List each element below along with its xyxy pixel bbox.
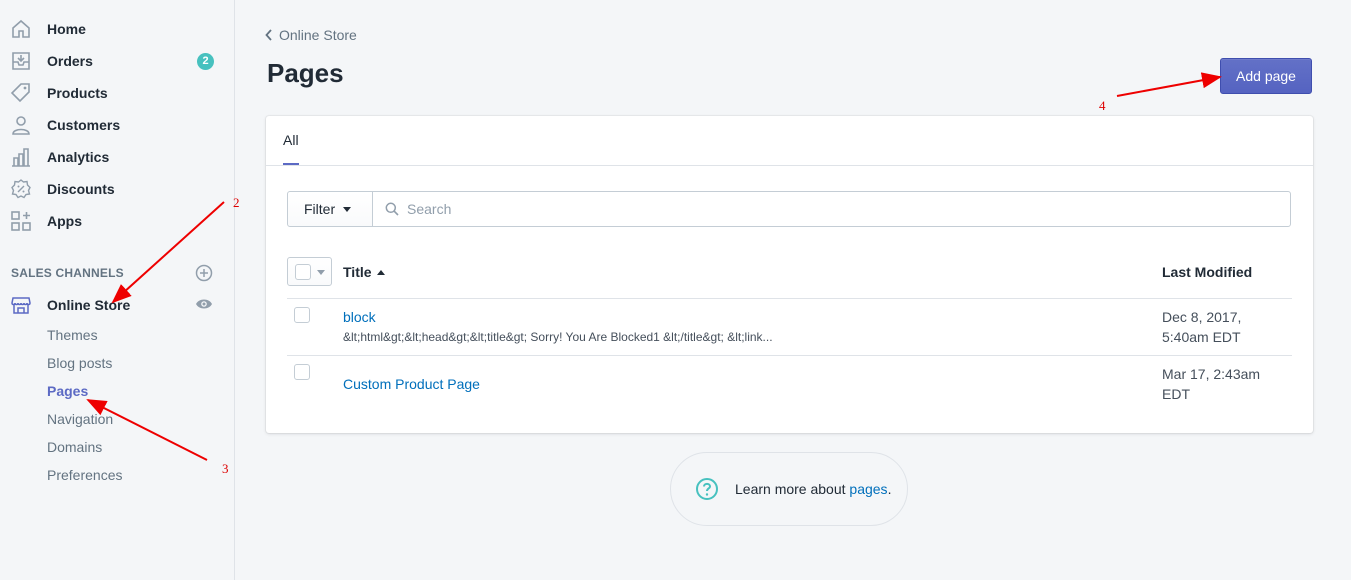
last-modified-date: Dec 8, 2017, 5:40am EDT (1162, 307, 1272, 347)
annotation-arrow-4 (1116, 72, 1222, 97)
search-input[interactable] (407, 201, 1267, 217)
learn-more-prefix: Learn more about (735, 481, 850, 497)
nav-item-apps[interactable]: Apps (0, 205, 234, 237)
annotation-label-2: 2 (233, 195, 240, 210)
column-header-title[interactable]: Title (343, 264, 385, 280)
select-all-checkbox[interactable] (287, 257, 332, 286)
discount-icon (11, 179, 31, 199)
sub-item-preferences[interactable]: Preferences (47, 467, 122, 483)
nav-item-customers[interactable]: Customers (0, 109, 234, 141)
search-icon (385, 202, 399, 216)
nav-item-orders[interactable]: Orders 2 (0, 45, 234, 77)
nav-label-orders: Orders (47, 53, 93, 69)
tab-divider (266, 165, 1313, 166)
sub-item-domains[interactable]: Domains (47, 439, 102, 455)
nav-label-apps: Apps (47, 213, 82, 229)
last-modified-date: Mar 17, 2:43am EDT (1162, 364, 1272, 404)
bar-chart-icon (12, 148, 30, 167)
nav-label-customers: Customers (47, 117, 121, 133)
orders-icon (12, 52, 30, 70)
search-field[interactable] (372, 191, 1291, 227)
date-line: Mar 17, 2:43am (1162, 366, 1261, 382)
nav-item-products[interactable]: Products (0, 77, 234, 109)
nav-label-home: Home (47, 21, 86, 37)
eye-icon[interactable] (195, 297, 213, 311)
tab-all[interactable]: All (283, 132, 299, 148)
nav-label-discounts: Discounts (47, 181, 115, 197)
home-icon (12, 19, 30, 38)
page-description: &lt;html&gt;&lt;head&gt;&lt;title&gt; So… (343, 330, 773, 344)
row-divider (287, 298, 1292, 299)
nav-item-analytics[interactable]: Analytics (0, 141, 234, 173)
row-divider (287, 355, 1292, 356)
row-checkbox[interactable] (294, 364, 310, 380)
filter-label: Filter (304, 201, 336, 217)
breadcrumb[interactable]: Online Store (265, 27, 357, 43)
sales-channels-heading: SALES CHANNELS (11, 266, 124, 280)
caret-down-icon (317, 270, 325, 275)
page-title-link[interactable]: block (343, 309, 376, 325)
sub-item-blog-posts[interactable]: Blog posts (47, 355, 112, 371)
column-header-last-modified: Last Modified (1162, 264, 1253, 280)
caret-down-icon (343, 206, 352, 212)
orders-count-badge: 2 (197, 52, 214, 70)
annotation-label-4: 4 (1099, 98, 1106, 113)
tag-icon (10, 83, 30, 103)
sub-item-pages[interactable]: Pages (47, 383, 88, 399)
add-page-button[interactable]: Add page (1220, 58, 1312, 94)
nav-label-online-store: Online Store (47, 297, 131, 313)
sort-ascending-icon (376, 269, 385, 275)
date-line: Dec 8, 2017, (1162, 309, 1242, 325)
sidebar: Home Orders 2 Products Customers Analyti… (0, 0, 235, 580)
date-line: 5:40am EDT (1162, 329, 1241, 345)
add-sales-channel-icon[interactable] (195, 264, 213, 282)
nav-item-home[interactable]: Home (0, 13, 234, 45)
column-title-label: Title (343, 264, 372, 280)
breadcrumb-label: Online Store (279, 27, 357, 43)
learn-more-suffix: . (887, 481, 892, 497)
page-title: Pages (267, 58, 344, 88)
person-icon (12, 116, 30, 135)
apps-icon (11, 211, 31, 231)
nav-label-products: Products (47, 85, 108, 101)
chevron-left-icon (265, 29, 272, 41)
learn-more-text: Learn more about pages. (735, 481, 891, 497)
store-icon (11, 297, 31, 314)
filter-button[interactable]: Filter (287, 191, 373, 227)
learn-more-callout: Learn more about pages. (670, 452, 908, 526)
sub-item-themes[interactable]: Themes (47, 327, 98, 343)
learn-more-link[interactable]: pages (849, 481, 887, 497)
date-line: EDT (1162, 386, 1190, 402)
checkbox (295, 264, 311, 280)
pages-card: All Filter Title Last Modified block &lt… (266, 116, 1313, 433)
help-icon (696, 478, 718, 500)
sub-item-navigation[interactable]: Navigation (47, 411, 113, 427)
row-checkbox[interactable] (294, 307, 310, 323)
annotation-label-3: 3 (222, 461, 229, 476)
nav-item-discounts[interactable]: Discounts (0, 173, 234, 205)
nav-label-analytics: Analytics (47, 149, 110, 165)
page-title-link[interactable]: Custom Product Page (343, 376, 480, 392)
